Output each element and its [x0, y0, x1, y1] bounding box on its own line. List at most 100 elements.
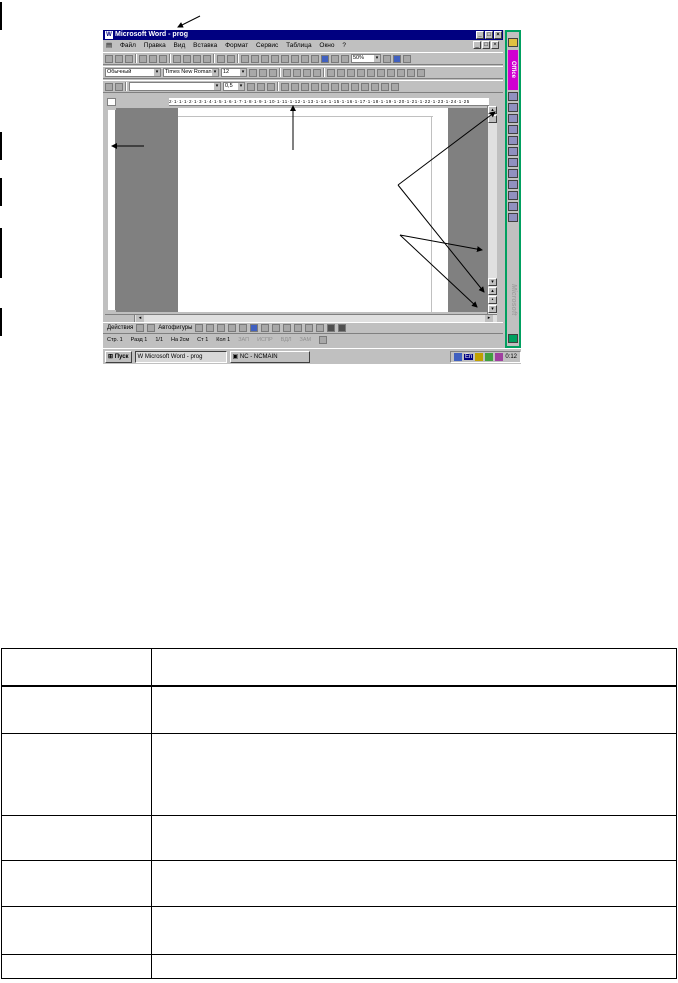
insert-table-icon[interactable] [271, 54, 279, 63]
table-cell[interactable] [151, 954, 677, 979]
calendar-shortcut-icon[interactable] [508, 191, 518, 200]
symbol-icon[interactable] [397, 68, 405, 77]
binder-shortcut-icon[interactable] [508, 136, 518, 145]
shadow-icon[interactable] [327, 324, 336, 332]
table-cell[interactable] [1, 860, 152, 907]
horizontal-scrollbar[interactable]: ◂ ▸ [105, 314, 497, 322]
superscript-icon[interactable] [301, 54, 309, 63]
center-vertically-icon[interactable] [311, 82, 319, 91]
line-width-select[interactable]: 0,5 [223, 82, 245, 91]
columns-icon[interactable] [291, 54, 299, 63]
increase-indent-icon[interactable] [387, 68, 395, 77]
line-color-icon[interactable] [272, 324, 281, 332]
bullets-icon[interactable] [367, 68, 375, 77]
rectangle-icon[interactable] [217, 324, 226, 332]
select-objects-icon[interactable] [136, 324, 145, 332]
scroll-left-button[interactable]: ◂ [136, 315, 144, 322]
table-cell[interactable] [151, 815, 677, 861]
font-color-icon[interactable] [283, 324, 292, 332]
bold-icon[interactable] [249, 68, 257, 77]
undo-icon[interactable] [217, 54, 225, 63]
align-left-icon[interactable] [283, 68, 291, 77]
start-button[interactable]: ⊞ Пуск [105, 350, 132, 363]
text-box-icon[interactable] [239, 324, 248, 332]
line-style-icon[interactable] [294, 324, 303, 332]
line-icon[interactable] [195, 324, 204, 332]
scroll-up-button[interactable]: ▴ [488, 106, 497, 114]
spelling-status-icon[interactable] [319, 336, 328, 344]
menu-format[interactable]: Формат [225, 42, 248, 49]
line-spacing-icon[interactable] [337, 68, 345, 77]
paste-icon[interactable] [193, 54, 201, 63]
menu-insert[interactable]: Вставка [193, 42, 217, 49]
zoom-select[interactable]: 50% [351, 54, 381, 63]
excel-shortcut-icon[interactable] [508, 103, 518, 112]
copy-icon[interactable] [183, 54, 191, 63]
tables-borders-icon[interactable] [261, 54, 269, 63]
table-cell[interactable] [1, 815, 152, 861]
doc-close-button[interactable]: × [491, 41, 499, 49]
insert-excel-icon[interactable] [281, 54, 289, 63]
distribute-rows-icon[interactable] [331, 82, 339, 91]
new-document-icon[interactable] [105, 54, 113, 63]
font-select[interactable]: Times New Roman [163, 68, 219, 77]
contacts-shortcut-icon[interactable] [508, 158, 518, 167]
previous-page-button[interactable]: ▴ [488, 287, 497, 295]
dash-style-icon[interactable] [305, 324, 314, 332]
close-button[interactable]: × [494, 31, 502, 39]
change-text-direction-icon[interactable] [361, 82, 369, 91]
open-icon[interactable] [115, 54, 123, 63]
document-page[interactable] [178, 108, 448, 312]
tray-network-icon[interactable] [485, 352, 494, 361]
view-buttons[interactable] [105, 315, 135, 322]
menu-view[interactable]: Вид [174, 42, 186, 49]
arrow-icon[interactable] [206, 324, 215, 332]
scroll-thumb[interactable] [488, 115, 497, 123]
doc-minimize-button[interactable]: _ [473, 41, 481, 49]
distribute-columns-icon[interactable] [341, 82, 349, 91]
border-color-icon[interactable] [247, 82, 255, 91]
word-shortcut-icon[interactable] [508, 92, 518, 101]
office-assistant-icon[interactable] [383, 54, 391, 63]
cut-icon[interactable] [173, 54, 181, 63]
menu-window[interactable]: Окно [319, 42, 334, 49]
eraser-icon[interactable] [115, 82, 123, 91]
scroll-down-button[interactable]: ▾ [488, 278, 497, 286]
oval-icon[interactable] [228, 324, 237, 332]
actions-menu[interactable]: Действия [107, 325, 133, 331]
web-toolbar-icon[interactable] [251, 54, 259, 63]
table-cell[interactable] [151, 648, 677, 687]
status-mode-extend[interactable]: ВДЛ [281, 337, 292, 343]
access-shortcut-icon[interactable] [508, 125, 518, 134]
hyperlink-icon[interactable] [241, 54, 249, 63]
menu-help[interactable]: ? [342, 42, 346, 49]
spelling-icon[interactable] [159, 54, 167, 63]
print-icon[interactable] [139, 54, 147, 63]
justify-icon[interactable] [313, 68, 321, 77]
wordart-icon[interactable] [393, 54, 401, 63]
scroll-right-button[interactable]: ▸ [485, 315, 493, 322]
sort-ascending-icon[interactable] [371, 82, 379, 91]
table-cell[interactable] [1, 906, 152, 955]
table-cell[interactable] [1, 733, 152, 816]
powerpoint-shortcut-icon[interactable] [508, 114, 518, 123]
taskbar-nc-button[interactable]: ▣ NC - NCMAIN [229, 350, 310, 363]
wordart-icon[interactable] [250, 324, 259, 332]
status-mode-overtype[interactable]: ЗАМ [300, 337, 312, 343]
font-size-select[interactable]: 12 [221, 68, 247, 77]
drawing-icon[interactable] [321, 54, 329, 63]
underline-icon[interactable] [269, 68, 277, 77]
horizontal-ruler[interactable]: 2·1·1·1·2·1·3·1·4·1·5·1·6·1·7·1·8·1·9·1·… [169, 98, 489, 106]
keyboard-language-indicator[interactable]: En [463, 353, 474, 360]
minimize-button[interactable]: _ [476, 31, 484, 39]
split-cells-icon[interactable] [291, 82, 299, 91]
merge-cells-icon[interactable] [281, 82, 289, 91]
table-cell[interactable] [1, 648, 152, 687]
document-map-icon[interactable] [331, 54, 339, 63]
line-style-select[interactable] [129, 82, 221, 91]
status-mode-record[interactable]: ЗАП [238, 337, 249, 343]
vertical-ruler[interactable] [108, 110, 116, 310]
align-center-icon[interactable] [293, 68, 301, 77]
table-cell[interactable] [1, 685, 152, 734]
next-page-button[interactable]: ▾ [488, 305, 497, 313]
